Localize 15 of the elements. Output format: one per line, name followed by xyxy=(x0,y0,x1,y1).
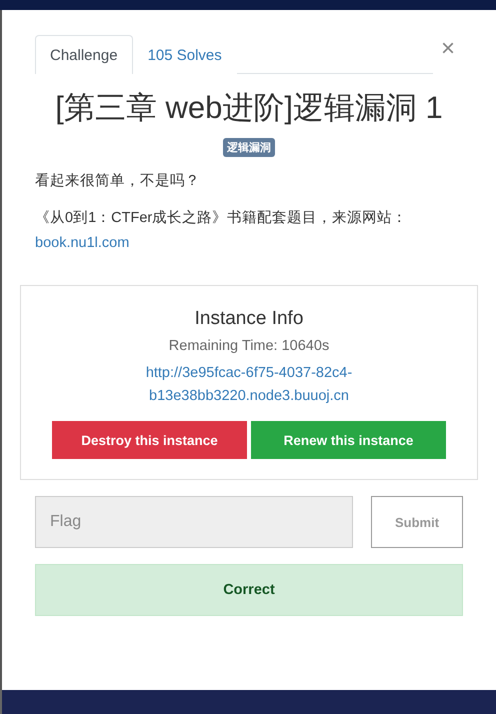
category-tag: 逻辑漏洞 xyxy=(223,138,275,158)
challenge-title: [第三章 web进阶]逻辑漏洞 1 xyxy=(54,89,444,127)
remaining-time: Remaining Time: 10640s xyxy=(168,338,330,354)
instance-heading: Instance Info xyxy=(194,308,304,330)
instance-link[interactable]: http://3e95fcac-6f75-4037-82c4-b13e38bb3220.node3.buuoj.cn xyxy=(124,362,374,408)
source-link[interactable]: book.nu1l.com xyxy=(35,234,130,251)
description-text: 看起来很简单，不是吗？ xyxy=(35,172,201,192)
submit-button[interactable]: Submit xyxy=(371,496,463,548)
flag-input[interactable]: Flag xyxy=(35,496,353,548)
tab[interactable]: Challenge xyxy=(35,35,133,74)
close-button[interactable]: × xyxy=(440,35,455,63)
description-text: 《从0到1：CTFer成长之路》书籍配套题目，来源网站： book.nu1l.com xyxy=(35,208,408,253)
result-message: Correct xyxy=(35,564,463,616)
destroy-button[interactable]: Destroy this instance xyxy=(52,421,247,460)
renew-button[interactable]: Renew this instance xyxy=(251,421,446,460)
